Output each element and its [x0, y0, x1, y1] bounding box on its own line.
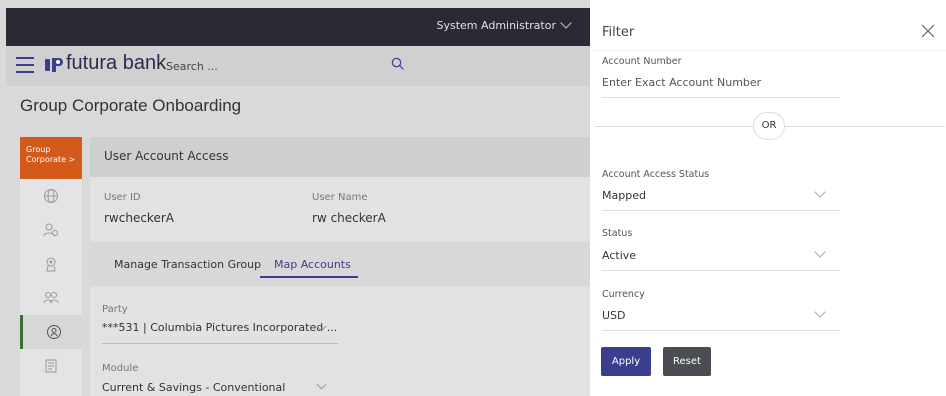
module-label: Module [102, 363, 139, 374]
globe-icon [44, 189, 58, 203]
chevron-down-icon[interactable] [814, 186, 826, 198]
currency-underline [602, 330, 840, 331]
header-bar: futura bank Search ... [6, 46, 590, 86]
user-menu-label: System Administrator [436, 19, 556, 32]
section-title: User Account Access [90, 137, 590, 177]
currency-select[interactable]: USD [602, 309, 626, 322]
module-select[interactable]: Current & Savings - Conventional [102, 381, 285, 394]
party-select[interactable]: ***531 | Columbia Pictures Incorporated … [102, 321, 337, 334]
user-account-access-card: User Account Access User ID rwcheckerA U… [90, 137, 590, 396]
access-status-label: Account Access Status [602, 169, 710, 180]
document-icon [45, 359, 57, 373]
account-number-label: Account Number [602, 56, 682, 67]
nav-group-label-2: Corporate [26, 155, 66, 164]
filter-panel: Filter Account Number Enter Exact Accoun… [590, 0, 946, 396]
bank-logo-icon [45, 58, 63, 72]
users-gear-icon [43, 223, 58, 237]
nav-item-group-corporate[interactable]: Group Corporate > [20, 137, 82, 179]
active-tab-indicator [260, 276, 358, 278]
left-nav: Group Corporate > [20, 137, 82, 396]
tab-manage-transaction-group[interactable]: Manage Transaction Group [114, 258, 261, 271]
nav-item-user-badge[interactable] [20, 247, 82, 281]
access-status-underline [602, 210, 840, 211]
or-badge: OR [753, 112, 785, 140]
currency-label: Currency [602, 289, 645, 300]
nav-group-label-1: Group [26, 145, 51, 154]
access-status-select[interactable]: Mapped [602, 189, 646, 202]
status-label: Status [602, 228, 633, 239]
user-badge-icon [46, 257, 56, 272]
nav-item-users-settings[interactable] [20, 213, 82, 247]
party-label: Party [102, 304, 128, 315]
party-underline [102, 343, 338, 344]
nav-item-documents[interactable] [20, 349, 82, 383]
search-icon[interactable] [391, 57, 405, 71]
user-name-value: rw checkerA [312, 211, 386, 225]
account-number-underline [602, 97, 840, 98]
user-id-value: rwcheckerA [104, 211, 174, 225]
account-access-icon [47, 325, 61, 339]
chevron-down-icon [560, 17, 572, 29]
chevron-down-icon [316, 379, 327, 390]
tab-map-accounts[interactable]: Map Accounts [274, 258, 351, 271]
chevron-down-icon[interactable] [814, 246, 826, 258]
page-title: Group Corporate Onboarding [20, 96, 242, 115]
account-number-input[interactable]: Enter Exact Account Number [602, 76, 761, 89]
chevron-right-icon: > [68, 155, 76, 164]
filter-title: Filter [602, 25, 635, 40]
reset-button[interactable]: Reset [663, 347, 711, 376]
nav-item-group[interactable] [20, 281, 82, 315]
brand-name: futura bank [66, 52, 167, 74]
divider [590, 50, 946, 51]
background-app: System Administrator futura bank Search … [0, 0, 590, 396]
group-icon [43, 292, 59, 304]
search-input[interactable]: Search ... [166, 60, 218, 73]
chevron-down-icon[interactable] [814, 306, 826, 318]
hamburger-menu-icon[interactable] [16, 57, 34, 73]
nav-item-account-access[interactable] [20, 315, 82, 349]
user-menu[interactable]: System Administrator [436, 17, 572, 32]
apply-button[interactable]: Apply [601, 347, 651, 376]
top-bar: System Administrator [6, 8, 590, 46]
tabs: Manage Transaction Group Map Accounts [90, 242, 590, 286]
status-select[interactable]: Active [602, 249, 636, 262]
nav-item-globe[interactable] [20, 179, 82, 213]
user-id-label: User ID [104, 192, 141, 203]
user-name-label: User Name [312, 192, 368, 203]
status-underline [602, 270, 840, 271]
close-icon[interactable] [921, 24, 935, 38]
